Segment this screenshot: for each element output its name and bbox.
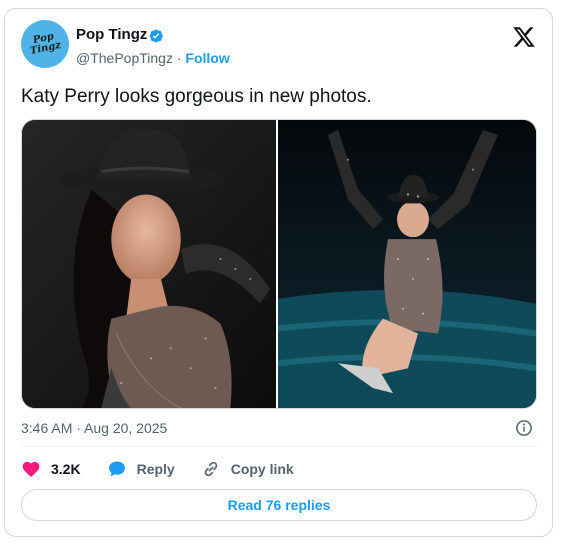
verified-badge-icon [149, 29, 163, 43]
timestamp[interactable]: 3:46 AM · Aug 20, 2025 [21, 420, 167, 436]
info-icon[interactable] [515, 419, 533, 437]
read-replies-button[interactable]: Read 76 replies [21, 489, 537, 521]
display-name[interactable]: Pop Tingz [76, 26, 147, 43]
reply-button[interactable]: Reply [107, 459, 175, 479]
photo-1[interactable] [22, 120, 278, 408]
photo-2-image [278, 120, 536, 408]
photo-1-image [22, 120, 276, 408]
like-button[interactable]: 3.2K [21, 459, 81, 479]
action-bar: 3.2K Reply Copy link [21, 459, 294, 479]
avatar-logo: Pop Tingz [29, 31, 63, 58]
tweet-text: Katy Perry looks gorgeous in new photos. [21, 86, 372, 107]
link-icon [204, 461, 217, 477]
media-grid [21, 119, 537, 409]
reply-bubble-icon [108, 461, 125, 477]
copy-link-button[interactable]: Copy link [201, 459, 294, 479]
photo-2[interactable] [278, 120, 536, 408]
avatar[interactable]: Pop Tingz [21, 20, 69, 68]
separator: · [176, 50, 182, 66]
reply-label: Reply [136, 461, 175, 477]
divider [21, 446, 537, 447]
likes-count: 3.2K [51, 461, 81, 477]
heart-icon [22, 461, 40, 477]
handle-line: @ThePopTingz · Follow [76, 50, 230, 66]
follow-link[interactable]: Follow [185, 50, 229, 66]
handle[interactable]: @ThePopTingz [76, 50, 173, 66]
x-logo-icon[interactable] [512, 25, 536, 49]
copy-link-label: Copy link [230, 461, 294, 477]
tweet-card: Pop Tingz Pop Tingz @ThePopTingz · Follow… [4, 8, 553, 537]
